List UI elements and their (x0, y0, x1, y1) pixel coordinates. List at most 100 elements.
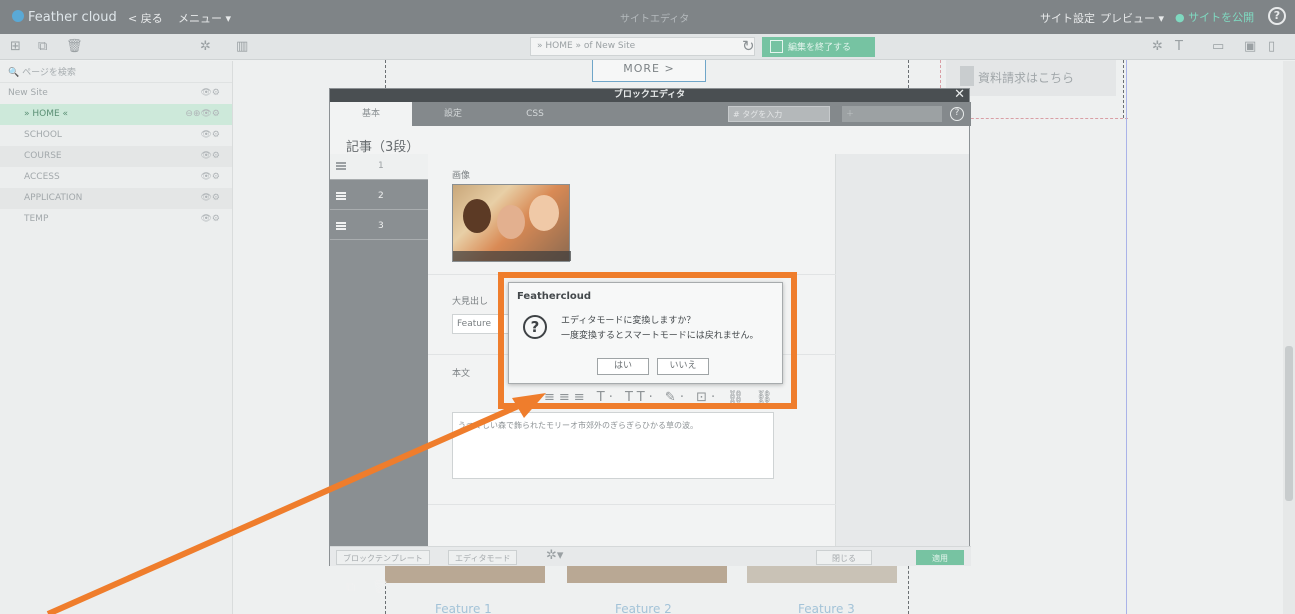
page-title: サイトエディタ (620, 14, 690, 25)
tree-item-access[interactable]: ACCESS 👁⚙ (0, 167, 232, 188)
block-template-button[interactable]: ブロックテンプレート (336, 550, 430, 565)
thumbnail-image (385, 565, 545, 583)
block-actions: ⧉ 🗑 (346, 580, 388, 595)
app-logo-text: Feather cloud (28, 10, 117, 25)
drag-handle-icon[interactable] (336, 222, 346, 230)
block-number: 1 (378, 161, 384, 171)
canvas-scrollbar[interactable] (1283, 61, 1295, 614)
guide-line (1126, 60, 1127, 614)
image-preview[interactable] (452, 184, 571, 262)
feature-heading: Feature 1 (435, 602, 492, 614)
trash-icon[interactable]: 🗑 (372, 580, 389, 595)
add-page-icon[interactable]: ⊞ (10, 39, 21, 54)
block-number: 2 (378, 191, 384, 201)
tree-item-label: SCHOOL (24, 130, 62, 140)
section-divider (428, 504, 836, 505)
page-tree-sidebar: 🔍 ページを検索 New Site 👁⚙ » HOME « ⊖⊕👁⚙ SCHOOL 👁… (0, 61, 233, 614)
apply-button[interactable]: 適用 (916, 550, 964, 565)
home-actions-icon[interactable]: ⊖⊕👁⚙ (185, 109, 220, 119)
text-size-icon[interactable]: T (1175, 39, 1183, 54)
panel-toggle-icon[interactable]: ▥ (236, 39, 248, 54)
tree-item-label: ACCESS (24, 172, 60, 182)
tablet-view-icon[interactable]: ▭ (1212, 39, 1224, 54)
tab-css[interactable]: CSS (494, 102, 576, 126)
close-icon[interactable]: ✕ (954, 87, 965, 102)
visibility-icon[interactable]: 👁⚙ (201, 172, 221, 182)
tag-add-button[interactable]: ＋ (842, 106, 942, 122)
tree-item-label: COURSE (24, 151, 62, 161)
page-path-field: » HOME » of New Site (530, 37, 755, 56)
desktop-view-icon[interactable]: ▣ (1244, 39, 1256, 54)
gear-icon[interactable]: ✲ (200, 39, 211, 54)
image-caption-bar (453, 251, 571, 261)
tree-item-school[interactable]: SCHOOL 👁⚙ (0, 125, 232, 146)
top-bar: Feather cloud < 戻る メニュー ▾ サイトエディタ サイト設定 … (0, 0, 1295, 34)
thumbnail-image (747, 565, 897, 583)
visibility-icon[interactable]: 👁⚙ (201, 88, 221, 98)
tree-item-course[interactable]: COURSE 👁⚙ (0, 146, 232, 167)
highlight-box (498, 272, 797, 409)
tab-settings[interactable]: 設定 (412, 102, 494, 126)
tree-item-temp[interactable]: TEMP 👁⚙ (0, 209, 232, 230)
tree-item-application[interactable]: APPLICATION 👁⚙ (0, 188, 232, 209)
block-row[interactable]: 2 (330, 184, 428, 210)
finish-editing-button[interactable]: 編集を終了する (762, 37, 875, 57)
mobile-view-icon[interactable]: ▯ (1268, 39, 1275, 54)
preview-dropdown[interactable]: プレビュー ▾ (1100, 10, 1164, 26)
feature-thumbnails (385, 565, 905, 585)
check-icon (770, 40, 783, 53)
visibility-icon[interactable]: 👁⚙ (201, 151, 221, 161)
copy-page-icon[interactable]: ⧉ (38, 39, 47, 54)
photo-figure (463, 199, 491, 233)
visibility-icon[interactable]: 👁⚙ (201, 193, 221, 203)
page-search-placeholder: ページを検索 (22, 68, 76, 78)
help-icon[interactable]: ? (1268, 7, 1286, 25)
tree-item-label: New Site (8, 88, 48, 98)
editor-tabs: 基本 設定 CSS # タグを入力 ＋ ? (330, 102, 971, 126)
drag-handle-icon[interactable] (336, 162, 346, 170)
tree-item-home[interactable]: » HOME « ⊖⊕👁⚙ (0, 104, 232, 125)
tag-input[interactable]: # タグを入力 (728, 106, 830, 122)
site-settings-button[interactable]: サイト設定 (1040, 10, 1095, 26)
page-search-input[interactable]: 🔍 ページを検索 (0, 61, 232, 83)
block-row[interactable]: 3 (330, 214, 428, 240)
request-docs-label: 資料請求はこちら (978, 71, 1075, 85)
publish-label: サイトを公開 (1188, 11, 1255, 24)
visibility-icon[interactable]: 👁⚙ (201, 214, 221, 224)
block-row[interactable]: 1 (330, 154, 428, 180)
scrollbar-thumb[interactable] (1285, 346, 1293, 501)
gear-icon[interactable]: ✲▾ (546, 548, 563, 563)
copy-block-icon[interactable]: ⧉ (346, 580, 355, 595)
feature-heading: Feature 2 (615, 602, 672, 614)
drag-handle-icon[interactable] (336, 192, 346, 200)
editor-toolbar: ⊞ ⧉ 🗑 ✲ ▥ » HOME » of New Site ↻ 編集を終了する… (0, 34, 1295, 60)
request-docs-button[interactable]: 資料請求はこちら (946, 60, 1116, 96)
tab-basic[interactable]: 基本 (330, 102, 412, 126)
tree-item-label: TEMP (24, 214, 49, 224)
app-logo[interactable]: Feather cloud (12, 10, 117, 25)
image-label: 画像 (452, 171, 471, 181)
reload-icon[interactable]: ↻ (742, 37, 755, 55)
block-side-panel (836, 154, 969, 546)
selection-border (946, 118, 1128, 119)
tree-item-label: APPLICATION (24, 193, 83, 203)
visibility-icon[interactable]: 👁⚙ (201, 130, 221, 140)
tree-item-site[interactable]: New Site 👁⚙ (0, 83, 232, 104)
block-title: 記事（3段） (346, 140, 420, 155)
menu-dropdown[interactable]: メニュー ▾ (178, 10, 231, 26)
modal-footer: ブロックテンプレート エディタモード ✲▾ 閉じる 適用 (330, 546, 971, 566)
editor-mode-button[interactable]: エディタモード (448, 550, 518, 565)
back-button[interactable]: < 戻る (128, 10, 163, 26)
close-button[interactable]: 閉じる (816, 550, 872, 565)
body-label: 本文 (452, 369, 471, 379)
gear-icon[interactable]: ✲ (1152, 39, 1163, 54)
publish-button[interactable]: ● サイトを公開 (1175, 9, 1254, 25)
photo-figure (497, 205, 525, 239)
trash-icon[interactable]: 🗑 (66, 39, 83, 54)
help-icon[interactable]: ? (950, 107, 964, 121)
more-button[interactable]: MORE > (592, 60, 706, 82)
block-number: 3 (378, 221, 384, 231)
block-list: 1 2 3 ⧉ 🗑 (330, 154, 428, 595)
body-textarea[interactable]: うつくしい森で飾られたモリーオ市郊外のぎらぎらひかる草の波。 (452, 412, 774, 479)
thumbnail-image (567, 565, 727, 583)
